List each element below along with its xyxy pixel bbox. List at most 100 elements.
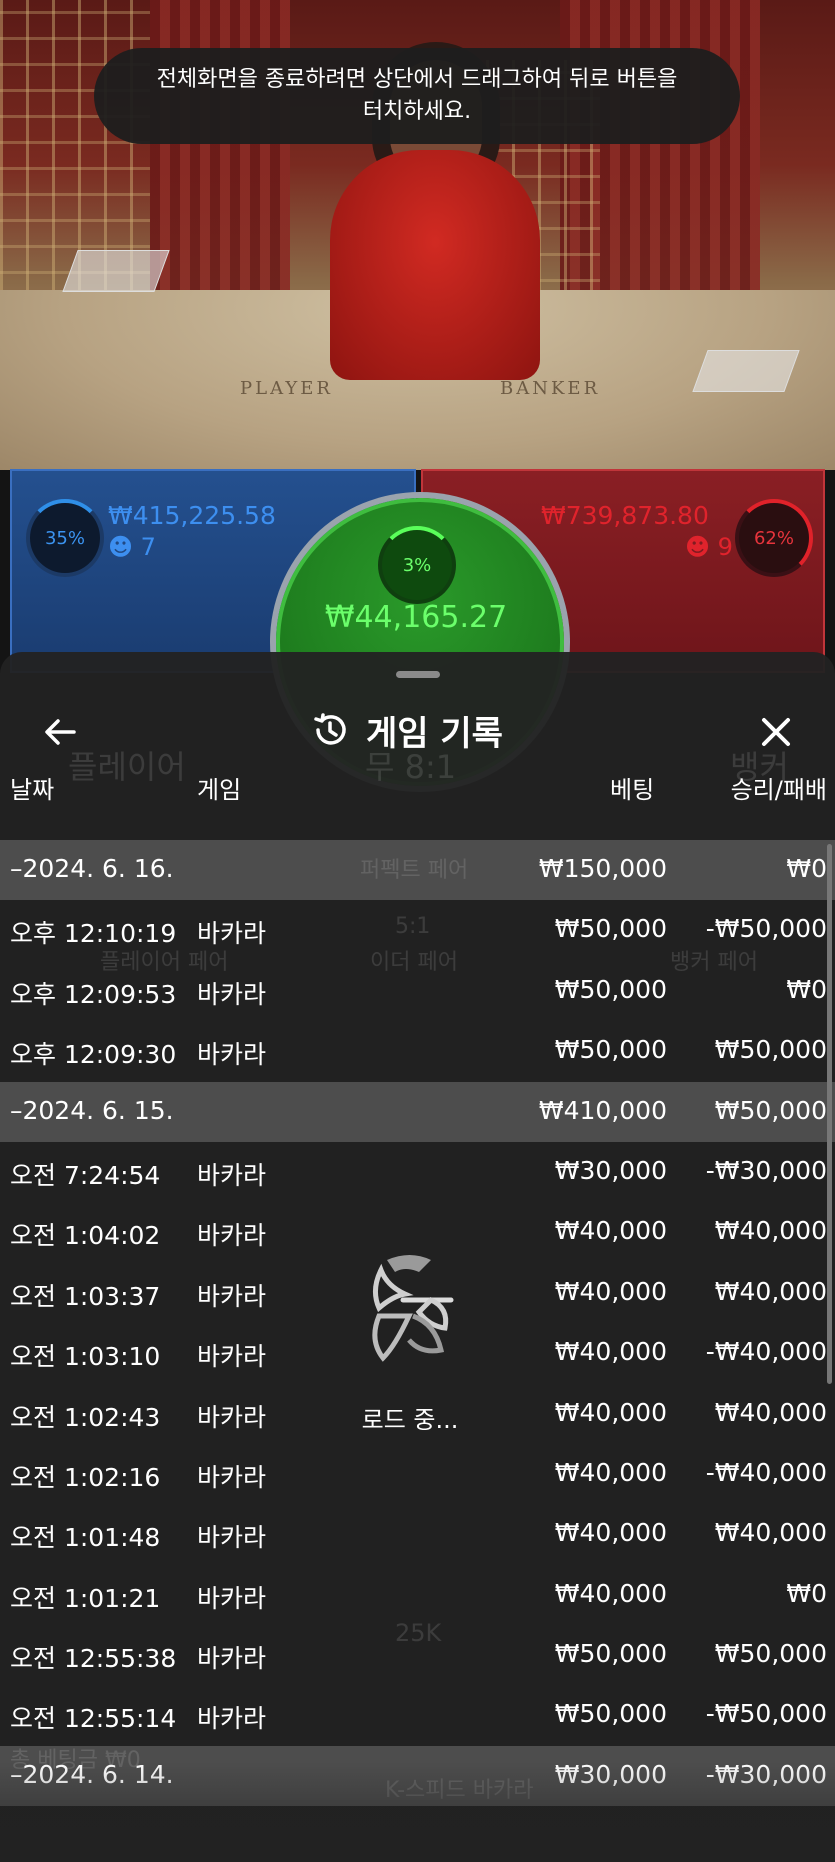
row-result: -₩40,000 — [705, 1337, 827, 1367]
history-row[interactable]: 오후 12:09:53 바카라 ₩50,000 ₩0 — [0, 961, 835, 1021]
row-result: -₩50,000 — [705, 914, 827, 944]
row-result: ₩0 — [786, 974, 827, 1004]
history-row[interactable]: 오전 12:55:14 바카라 ₩50,000 -₩50,000 — [0, 1685, 835, 1745]
history-row[interactable]: 오후 12:09:30 바카라 ₩50,000 ₩50,000 — [0, 1021, 835, 1081]
row-game: 바카라 — [197, 1523, 267, 1553]
person-icon: ☻ — [108, 533, 134, 561]
history-row[interactable]: 오후 12:10:19 바카라 ₩50,000 -₩50,000 — [0, 900, 835, 960]
banker-percent-ring: 62% — [735, 499, 813, 577]
tie-percent-ring: 3% — [378, 526, 456, 604]
row-time: 오전 12:55:38 — [10, 1644, 177, 1674]
player-count-value: 7 — [140, 533, 156, 561]
close-icon — [762, 718, 790, 746]
history-icon — [314, 713, 346, 745]
column-header-bet: 베팅 — [610, 776, 655, 804]
row-game: 바카라 — [197, 1221, 267, 1251]
person-icon: ☻ — [685, 533, 711, 561]
history-row[interactable]: 오전 1:01:48 바카라 ₩40,000 ₩40,000 — [0, 1504, 835, 1564]
row-time: 오전 7:24:54 — [10, 1160, 161, 1190]
row-time: 오전 1:04:02 — [10, 1221, 161, 1251]
player-bet-amount: ₩415,225.58 — [108, 501, 276, 530]
sheet-title: 게임 기록 — [366, 713, 503, 754]
close-button[interactable] — [756, 712, 796, 752]
row-bet: ₩40,000 — [554, 1578, 667, 1608]
row-result: -₩40,000 — [705, 1457, 827, 1487]
tie-bet-amount: ₩44,165.27 — [324, 600, 508, 635]
column-header-date: 날짜 — [10, 776, 55, 804]
sheet-title-group: 게임 기록 — [310, 706, 503, 754]
banker-percent: 62% — [753, 527, 794, 549]
history-row[interactable]: 오전 1:01:21 바카라 ₩40,000 ₩0 — [0, 1565, 835, 1625]
toast-line-1: 전체화면을 종료하려면 상단에서 드래그하여 뒤로 버튼을 — [156, 67, 678, 92]
row-time: 오후 12:10:19 — [10, 919, 177, 949]
row-time: 오후 12:09:53 — [10, 979, 177, 1009]
row-game: 바카라 — [197, 979, 267, 1009]
row-time: 오전 1:02:43 — [10, 1402, 161, 1432]
row-game: 바카라 — [197, 1583, 267, 1613]
row-game: 바카라 — [197, 1402, 267, 1432]
loading-indicator — [355, 1250, 465, 1374]
row-bet: ₩50,000 — [554, 974, 667, 1004]
row-bet: ₩40,000 — [554, 1457, 667, 1487]
row-bet: ₩50,000 — [554, 1639, 667, 1669]
row-game: 바카라 — [197, 1462, 267, 1492]
discard-tray — [692, 350, 800, 392]
tie-percent: 3% — [402, 554, 432, 576]
row-bet: ₩40,000 — [554, 1518, 667, 1548]
row-time: 오전 1:02:16 — [10, 1462, 161, 1492]
row-result: -₩30,000 — [705, 1759, 827, 1789]
history-row[interactable]: 오전 12:55:38 바카라 ₩50,000 ₩50,000 — [0, 1625, 835, 1685]
row-game: 바카라 — [197, 1160, 267, 1190]
banker-count: ☻ 9 — [685, 533, 733, 561]
row-bet: ₩410,000 — [538, 1095, 667, 1125]
scrollbar[interactable] — [827, 844, 832, 1384]
row-time: 오전 1:01:21 — [10, 1583, 161, 1613]
date-group-row[interactable]: –2024. 6. 15. ₩410,000 ₩50,000 — [0, 1081, 835, 1142]
row-bet: ₩40,000 — [554, 1397, 667, 1427]
table-label-player: PLAYER — [240, 378, 333, 399]
history-row[interactable]: 오전 1:02:16 바카라 ₩40,000 -₩40,000 — [0, 1444, 835, 1504]
row-bet: ₩40,000 — [554, 1276, 667, 1306]
row-bet: ₩50,000 — [554, 1035, 667, 1065]
row-result: ₩0 — [786, 1578, 827, 1608]
row-time: 오전 12:55:14 — [10, 1704, 177, 1734]
row-result: ₩40,000 — [714, 1397, 827, 1427]
row-bet: ₩40,000 — [554, 1337, 667, 1367]
row-time: 오전 1:03:10 — [10, 1342, 161, 1372]
row-result: ₩40,000 — [714, 1518, 827, 1548]
column-header-game: 게임 — [197, 776, 242, 804]
date-group-row[interactable]: –2024. 6. 16. ₩150,000 ₩0 — [0, 840, 835, 901]
history-row[interactable]: 오전 7:24:54 바카라 ₩30,000 -₩30,000 — [0, 1142, 835, 1202]
row-bet: ₩50,000 — [554, 914, 667, 944]
loading-text: 로드 중... — [361, 1406, 459, 1434]
sheet-drag-handle[interactable] — [396, 671, 440, 678]
row-result: ₩50,000 — [714, 1095, 827, 1125]
player-count: ☻ 7 — [108, 533, 156, 561]
arrow-left-icon — [45, 719, 76, 745]
row-bet: ₩150,000 — [538, 854, 667, 883]
banker-bet-amount: ₩739,873.80 — [541, 501, 709, 530]
sheet-header: 게임 기록 — [0, 694, 835, 766]
row-time: 오후 12:09:30 — [10, 1040, 177, 1070]
date-group-row[interactable]: –2024. 6. 14. ₩30,000 -₩30,000 — [0, 1745, 835, 1807]
row-result: ₩40,000 — [714, 1216, 827, 1246]
row-bet: ₩50,000 — [554, 1699, 667, 1729]
row-date: –2024. 6. 15. — [10, 1095, 174, 1125]
row-result: -₩30,000 — [705, 1155, 827, 1185]
row-bet: ₩30,000 — [554, 1155, 667, 1185]
game-history-sheet: 플레이어 무 8:1 뱅커 퍼펙트 페어 5:1 이더 페어 플레이어 페어 뱅… — [0, 652, 835, 1862]
row-bet: ₩30,000 — [554, 1759, 667, 1789]
banker-count-value: 9 — [717, 533, 733, 561]
table-label-banker: BANKER — [500, 378, 601, 399]
row-game: 바카라 — [197, 1281, 267, 1311]
row-time: 오전 1:03:37 — [10, 1281, 161, 1311]
toast-line-2: 터치하세요. — [362, 99, 472, 124]
row-result: ₩0 — [786, 854, 827, 883]
row-game: 바카라 — [197, 1342, 267, 1372]
row-game: 바카라 — [197, 1704, 267, 1734]
column-header-result: 승리/패배 — [730, 776, 827, 804]
player-percent-ring: 35% — [26, 499, 104, 577]
back-button[interactable] — [40, 712, 80, 752]
fullscreen-exit-toast: 전체화면을 종료하려면 상단에서 드래그하여 뒤로 버튼을 터치하세요. — [94, 48, 740, 144]
card-shoe — [62, 250, 170, 292]
